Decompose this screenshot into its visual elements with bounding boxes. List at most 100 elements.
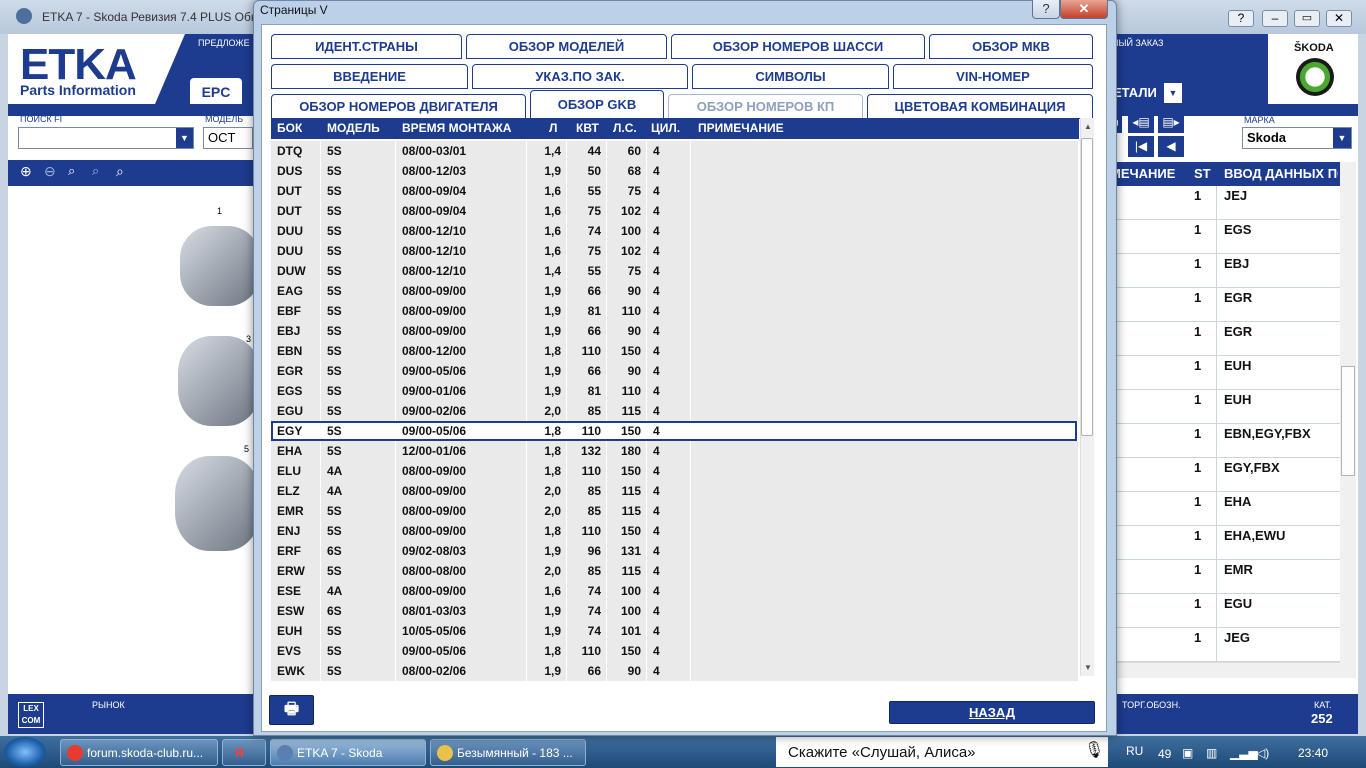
maximize-button[interactable]: ▭: [1294, 10, 1320, 27]
table-row[interactable]: EAG 5S 08/00-09/00 1,9 66 90 4: [271, 281, 1079, 301]
volume-icon[interactable]: ◁): [1256, 746, 1269, 760]
parts-drawing[interactable]: 1 3 5: [10, 186, 260, 694]
right-table-row[interactable]: 1 EBN,EGY,FBX: [1108, 424, 1340, 458]
dialog-help-button[interactable]: ?: [1032, 0, 1060, 19]
taskbar-item-forum[interactable]: forum.skoda-club.ru...: [60, 739, 218, 766]
tab-vin-number[interactable]: VIN-НОМЕР: [893, 64, 1093, 89]
zoom-reset-icon[interactable]: ⌕: [92, 163, 112, 183]
nav-back-icon[interactable]: ◀: [1158, 136, 1184, 157]
right-table-row[interactable]: 1 JEG: [1108, 628, 1340, 662]
chevron-down-icon[interactable]: ▼: [1164, 83, 1182, 103]
tab-gkb-overview[interactable]: ОБЗОР GKB: [530, 90, 664, 119]
table-row[interactable]: EWK 5S 08/00-02/06 1,9 66 90 4: [271, 661, 1079, 681]
model-field[interactable]: OCT: [203, 127, 253, 149]
search-icon[interactable]: ⌕: [116, 163, 136, 183]
table-row[interactable]: EUH 5S 10/05-05/06 1,9 74 101 4: [271, 621, 1079, 641]
right-table-row[interactable]: 1 EGU: [1108, 594, 1340, 628]
chevron-down-icon[interactable]: ▼: [1333, 128, 1351, 148]
table-row[interactable]: DUU 5S 08/00-12/10 1,6 74 100 4: [271, 221, 1079, 241]
dialog-close-button[interactable]: ✕: [1060, 0, 1108, 19]
model-label: МОДЕЛЬ: [205, 114, 244, 124]
search-fi-field[interactable]: [18, 127, 194, 149]
table-row[interactable]: EBN 5S 08/00-12/00 1,8 110 150 4: [271, 341, 1079, 361]
table-row[interactable]: EGS 5S 09/00-01/06 1,9 81 110 4: [271, 381, 1079, 401]
back-button[interactable]: НАЗАД: [889, 701, 1095, 724]
taskbar-item-etka[interactable]: ETKA 7 - Skoda: [270, 739, 426, 766]
table-row[interactable]: DUT 5S 08/00-09/04 1,6 55 75 4: [271, 181, 1079, 201]
table-row[interactable]: ELZ 4A 08/00-09/00 2,0 85 115 4: [271, 481, 1079, 501]
table-row[interactable]: EMR 5S 08/00-09/00 2,0 85 115 4: [271, 501, 1079, 521]
scroll-up-icon[interactable]: ▲: [1084, 122, 1092, 131]
battery-icon[interactable]: ▥: [1206, 746, 1217, 760]
right-table-row[interactable]: 1 EBJ: [1108, 254, 1340, 288]
alisa-search-box[interactable]: Скажите «Слушай, Алиса»: [776, 737, 1108, 767]
signal-icon[interactable]: ▁▃▅: [1230, 746, 1258, 760]
right-table-row[interactable]: 1 EGS: [1108, 220, 1340, 254]
start-button[interactable]: [4, 737, 46, 767]
table-row[interactable]: DUW 5S 08/00-12/10 1,4 55 75 4: [271, 261, 1079, 281]
table-row[interactable]: ERF 6S 09/02-08/03 1,9 96 131 4: [271, 541, 1079, 561]
right-table-st: 1: [1194, 222, 1202, 237]
minimize-button[interactable]: –: [1262, 10, 1288, 27]
tab-gearbox-numbers[interactable]: ОБЗОР НОМЕРОВ КП: [668, 94, 863, 119]
taskbar-item-paint[interactable]: Безымянный - 183 ...: [430, 739, 586, 766]
tab-engine-numbers[interactable]: ОБЗОР НОМЕРОВ ДВИГАТЕЛЯ: [271, 94, 526, 119]
chevron-down-icon[interactable]: ▼: [176, 128, 193, 148]
table-row[interactable]: ERW 5S 08/00-08/00 2,0 85 115 4: [271, 561, 1079, 581]
tab-ident-country[interactable]: ИДЕНТ.СТРАНЫ: [271, 34, 462, 59]
right-table-row[interactable]: 1 EHA: [1108, 492, 1340, 526]
language-indicator[interactable]: RU: [1126, 744, 1143, 758]
table-row[interactable]: EGU 5S 09/00-02/06 2,0 85 115 4: [271, 401, 1079, 421]
tab-models-overview[interactable]: ОБЗОР МОДЕЛЕЙ: [466, 34, 667, 59]
zoom-fit-icon[interactable]: ⌕: [68, 163, 88, 183]
tab-mkb-overview[interactable]: ОБЗОР МКВ: [929, 34, 1093, 59]
table-row[interactable]: EVS 5S 09/00-05/06 1,8 110 150 4: [271, 641, 1079, 661]
tab-chassis-numbers[interactable]: ОБЗОР НОМЕРОВ ШАССИ: [671, 34, 925, 59]
table-row[interactable]: EBJ 5S 08/00-09/00 1,9 66 90 4: [271, 321, 1079, 341]
table-row[interactable]: DUS 5S 08/00-12/03 1,9 50 68 4: [271, 161, 1079, 181]
table-row[interactable]: EHA 5S 12/00-01/06 1,8 132 180 4: [271, 441, 1079, 461]
scrollbar-thumb[interactable]: [1081, 138, 1093, 436]
nav-first-icon[interactable]: |◀: [1128, 136, 1154, 157]
close-button[interactable]: ✕: [1326, 10, 1352, 27]
right-table-row[interactable]: 1 EUH: [1108, 356, 1340, 390]
cell-model: 5S: [321, 261, 396, 281]
table-row[interactable]: DTQ 5S 08/00-03/01 1,4 44 60 4: [271, 141, 1079, 161]
nav-doc-left-icon[interactable]: ◂▤: [1128, 112, 1154, 133]
table-row[interactable]: ENJ 5S 08/00-09/00 1,8 110 150 4: [271, 521, 1079, 541]
tab-introduction[interactable]: ВВЕДЕНИЕ: [271, 64, 468, 89]
right-table-row[interactable]: 1 EMR: [1108, 560, 1340, 594]
table-row[interactable]: EBF 5S 08/00-09/00 1,9 81 110 4: [271, 301, 1079, 321]
clock[interactable]: 23:40: [1298, 746, 1328, 760]
taskbar-item-yandex[interactable]: Я: [222, 739, 266, 766]
column-divider: [1216, 186, 1217, 220]
scroll-down-icon[interactable]: ▼: [1084, 663, 1092, 672]
nav-doc-right-icon[interactable]: ▤▸: [1158, 112, 1184, 133]
zoom-in-icon[interactable]: ⊕: [20, 163, 40, 183]
right-table-row[interactable]: 1 JEJ: [1108, 186, 1340, 220]
tab-color-combination[interactable]: ЦВЕТОВАЯ КОМБИНАЦИЯ: [867, 94, 1093, 119]
tab-order-notes[interactable]: УКАЗ.ПО ЗАК.: [472, 64, 688, 89]
tab-epc[interactable]: EPC: [190, 78, 242, 106]
right-table-row[interactable]: 1 EGY,FBX: [1108, 458, 1340, 492]
right-table-row[interactable]: 1 EGR: [1108, 322, 1340, 356]
network-icon[interactable]: ▣: [1182, 746, 1193, 760]
help-button[interactable]: ?: [1228, 10, 1254, 27]
table-row[interactable]: ESE 4A 08/00-09/00 1,6 74 100 4: [271, 581, 1079, 601]
cell-install-time: 08/01-03/03: [396, 601, 527, 621]
right-table-row[interactable]: 1 EHA,EWU: [1108, 526, 1340, 560]
microphone-icon[interactable]: 🎙: [1084, 740, 1104, 762]
table-row[interactable]: ELU 4A 08/00-09/00 1,8 110 150 4: [271, 461, 1079, 481]
table-row[interactable]: DUT 5S 08/00-09/04 1,6 75 102 4: [271, 201, 1079, 221]
right-table-hscroll[interactable]: [1108, 662, 1340, 678]
tab-symbols[interactable]: СИМВОЛЫ: [692, 64, 889, 89]
right-table-row[interactable]: 1 EGR: [1108, 288, 1340, 322]
table-row[interactable]: ESW 6S 08/01-03/03 1,9 74 100 4: [271, 601, 1079, 621]
cell-liters: 1,9: [527, 601, 567, 621]
right-table-vscroll-thumb[interactable]: [1341, 366, 1355, 476]
table-row[interactable]: EGR 5S 09/00-05/06 1,9 66 90 4: [271, 361, 1079, 381]
table-row[interactable]: DUU 5S 08/00-12/10 1,6 75 102 4: [271, 241, 1079, 261]
print-button[interactable]: 🖶: [269, 695, 314, 725]
right-table-row[interactable]: 1 EUH: [1108, 390, 1340, 424]
zoom-out-icon[interactable]: ⊖: [44, 163, 64, 183]
